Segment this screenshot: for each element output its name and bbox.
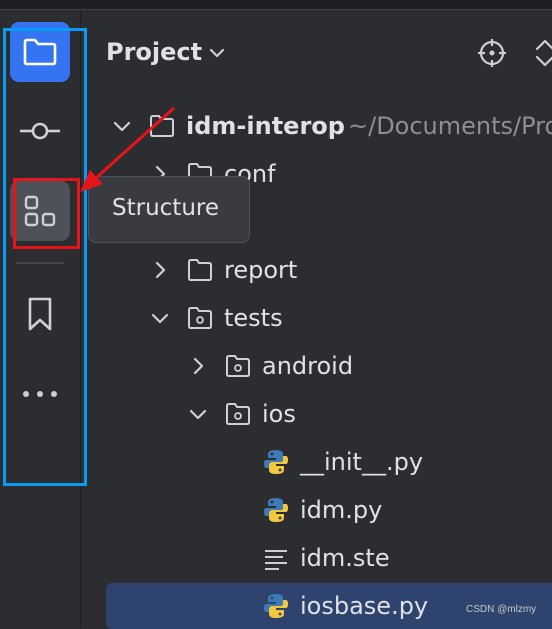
tree-row-package[interactable]: ios (106, 391, 552, 437)
structure-tooltip: Structure (88, 176, 250, 243)
tree-row-label: idm.py (300, 496, 383, 524)
project-tool-button[interactable] (10, 22, 70, 82)
structure-tool-button[interactable] (10, 181, 70, 241)
tree-row-label: report (224, 256, 298, 284)
tree-row-label: idm-interop (186, 112, 345, 140)
folder-icon (23, 38, 57, 66)
package-folder-icon (188, 307, 212, 329)
tree-row-file[interactable]: __init__.py (106, 439, 552, 485)
folder-icon (150, 115, 174, 137)
python-file-icon (264, 450, 288, 474)
bookmarks-tool-button[interactable] (10, 284, 70, 344)
chevron-down-icon[interactable] (186, 402, 210, 426)
chevron-right-icon[interactable] (186, 354, 210, 378)
panel-title[interactable]: Project (106, 36, 202, 68)
package-folder-icon (226, 403, 250, 425)
strip-divider (16, 262, 64, 264)
text-file-icon (265, 550, 287, 570)
bookmark-icon (28, 297, 52, 331)
locate-icon[interactable] (476, 37, 508, 69)
tooltip-text: Structure (112, 195, 219, 221)
tree-row-package[interactable]: tests (106, 295, 552, 341)
folder-icon (188, 259, 212, 281)
tree-row-folder[interactable]: report (106, 247, 552, 293)
tree-row-file[interactable]: idm.ste (106, 535, 552, 581)
commit-tool-button[interactable] (10, 101, 70, 161)
watermark: CSDN @mlzmy (466, 604, 537, 615)
tree-row-path: ~/Documents/Pro (348, 112, 552, 140)
chevron-down-icon[interactable] (206, 42, 228, 64)
tree-row-label: iosbase.py (300, 592, 429, 620)
chevron-right-icon[interactable] (148, 258, 172, 282)
tree-row-label: idm.ste (300, 544, 390, 572)
strip-separator (80, 10, 81, 628)
python-file-icon (264, 498, 288, 522)
tree-row-package[interactable]: android (106, 343, 552, 389)
package-folder-icon (226, 355, 250, 377)
more-tools-button[interactable] (10, 364, 70, 424)
window-top-edge (0, 0, 552, 10)
tree-row-label: tests (224, 304, 283, 332)
python-file-icon (264, 594, 288, 618)
tree-row-label: android (262, 352, 354, 380)
tree-row-file[interactable]: idm.py (106, 487, 552, 533)
tree-row-label: ios (262, 400, 296, 428)
structure-icon (24, 195, 56, 227)
commit-icon (20, 122, 60, 140)
tree-row-label: __init__.py (300, 448, 424, 476)
chevron-down-icon[interactable] (148, 306, 172, 330)
more-horizontal-icon (23, 391, 57, 397)
chevron-down-icon[interactable] (110, 114, 134, 138)
expand-collapse-icon[interactable] (530, 37, 552, 69)
tree-row-root[interactable]: idm-interop ~/Documents/Pro (106, 103, 552, 149)
